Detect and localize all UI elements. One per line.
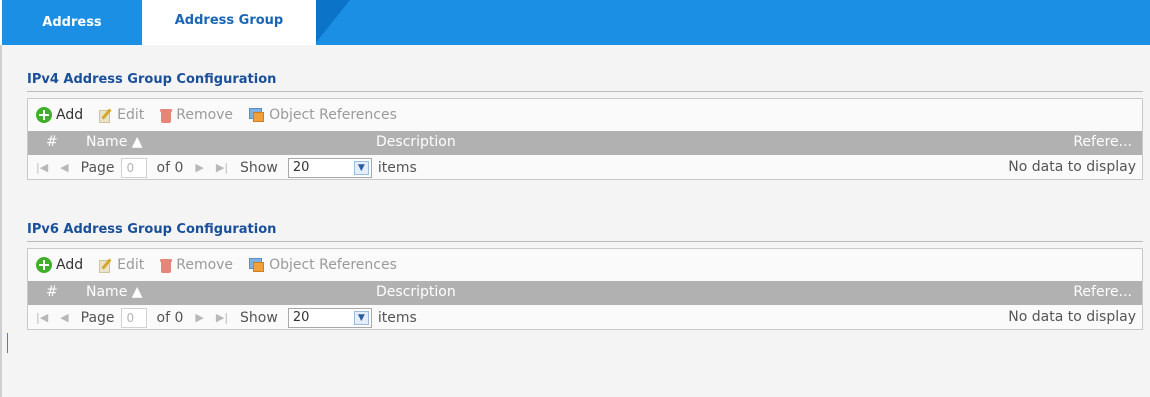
- chevron-down-icon[interactable]: ▼: [353, 160, 369, 175]
- ipv6-table-panel: Add Edit Remove Object References # Name…: [27, 248, 1143, 330]
- page-number-input[interactable]: 0: [120, 157, 147, 178]
- ipv4-pager: |◀ ◀ Page 0 of 0 ▶ ▶| Show 20 ▼ items No…: [28, 155, 1142, 180]
- column-header-name[interactable]: Name ▲: [86, 284, 143, 300]
- ipv6-references-button[interactable]: Object References: [249, 257, 397, 273]
- tab-bar-wedge: [314, 0, 350, 45]
- tab-bar: Address Address Group: [2, 0, 1150, 45]
- ipv6-remove-button[interactable]: Remove: [160, 257, 233, 273]
- page-label: Page: [80, 309, 115, 326]
- plus-circle-icon: [36, 257, 52, 273]
- ipv4-remove-button[interactable]: Remove: [160, 107, 233, 123]
- edit-icon: [99, 257, 113, 273]
- ipv4-edit-button[interactable]: Edit: [99, 107, 144, 123]
- edit-icon: [99, 107, 113, 123]
- page-count-label: of 0: [156, 159, 184, 176]
- ipv6-section-rule: [27, 241, 1143, 242]
- next-page-icon[interactable]: ▶: [195, 311, 203, 324]
- ipv4-section-title: IPv4 Address Group Configuration: [27, 72, 277, 87]
- column-header-references[interactable]: Refere...: [1073, 284, 1132, 300]
- ipv6-edit-button[interactable]: Edit: [99, 257, 144, 273]
- ipv6-pager: |◀ ◀ Page 0 of 0 ▶ ▶| Show 20 ▼ items No…: [28, 305, 1142, 330]
- ipv4-table-header: # Name ▲ Description Refere...: [28, 131, 1142, 155]
- column-header-description[interactable]: Description: [376, 134, 456, 150]
- ipv6-table-header: # Name ▲ Description Refere...: [28, 281, 1142, 305]
- column-header-description[interactable]: Description: [376, 284, 456, 300]
- edit-label: Edit: [117, 257, 145, 273]
- tab-address[interactable]: Address: [22, 0, 122, 45]
- last-page-icon[interactable]: ▶|: [216, 311, 228, 324]
- edit-label: Edit: [117, 107, 145, 123]
- column-header-number: #: [46, 284, 58, 300]
- first-page-icon[interactable]: |◀: [36, 311, 48, 324]
- tab-address-group[interactable]: Address Group: [142, 0, 316, 45]
- ipv4-add-button[interactable]: Add: [36, 107, 83, 123]
- page-label: Page: [80, 159, 115, 176]
- page-size-value: 20: [292, 310, 310, 325]
- page-size-select[interactable]: 20 ▼: [287, 307, 372, 328]
- references-label: Object References: [269, 107, 397, 123]
- prev-page-icon[interactable]: ◀: [60, 161, 68, 174]
- add-label: Add: [56, 257, 84, 273]
- trash-icon: [160, 108, 173, 123]
- show-label: Show: [240, 309, 278, 326]
- prev-page-icon[interactable]: ◀: [60, 311, 68, 324]
- trash-icon: [160, 258, 173, 273]
- main-content: IPv4 Address Group Configuration Add Edi…: [2, 45, 1150, 397]
- page-count-label: of 0: [156, 309, 184, 326]
- ipv6-toolbar: Add Edit Remove Object References: [28, 249, 1142, 281]
- items-label: items: [377, 159, 417, 176]
- empty-message: No data to display: [1008, 159, 1136, 175]
- object-references-icon: [249, 258, 265, 272]
- next-page-icon[interactable]: ▶: [195, 161, 203, 174]
- remove-label: Remove: [176, 107, 234, 123]
- left-accent-mark: [7, 333, 8, 353]
- ipv6-section-title: IPv6 Address Group Configuration: [27, 222, 277, 237]
- items-label: items: [377, 309, 417, 326]
- ipv6-add-button[interactable]: Add: [36, 257, 83, 273]
- page-size-value: 20: [292, 160, 310, 175]
- remove-label: Remove: [176, 257, 234, 273]
- references-label: Object References: [269, 257, 397, 273]
- last-page-icon[interactable]: ▶|: [216, 161, 228, 174]
- column-header-references[interactable]: Refere...: [1073, 134, 1132, 150]
- ipv4-section-rule: [27, 91, 1143, 92]
- empty-message: No data to display: [1008, 309, 1136, 325]
- column-header-number: #: [46, 134, 58, 150]
- add-label: Add: [56, 107, 84, 123]
- show-label: Show: [240, 159, 278, 176]
- ipv4-table-panel: Add Edit Remove Object References # Name…: [27, 98, 1143, 180]
- ipv4-references-button[interactable]: Object References: [249, 107, 397, 123]
- plus-circle-icon: [36, 107, 52, 123]
- chevron-down-icon[interactable]: ▼: [353, 310, 369, 325]
- object-references-icon: [249, 108, 265, 122]
- page-size-select[interactable]: 20 ▼: [287, 157, 372, 178]
- page-number-input[interactable]: 0: [120, 307, 147, 328]
- first-page-icon[interactable]: |◀: [36, 161, 48, 174]
- ipv4-toolbar: Add Edit Remove Object References: [28, 99, 1142, 131]
- column-header-name[interactable]: Name ▲: [86, 134, 143, 150]
